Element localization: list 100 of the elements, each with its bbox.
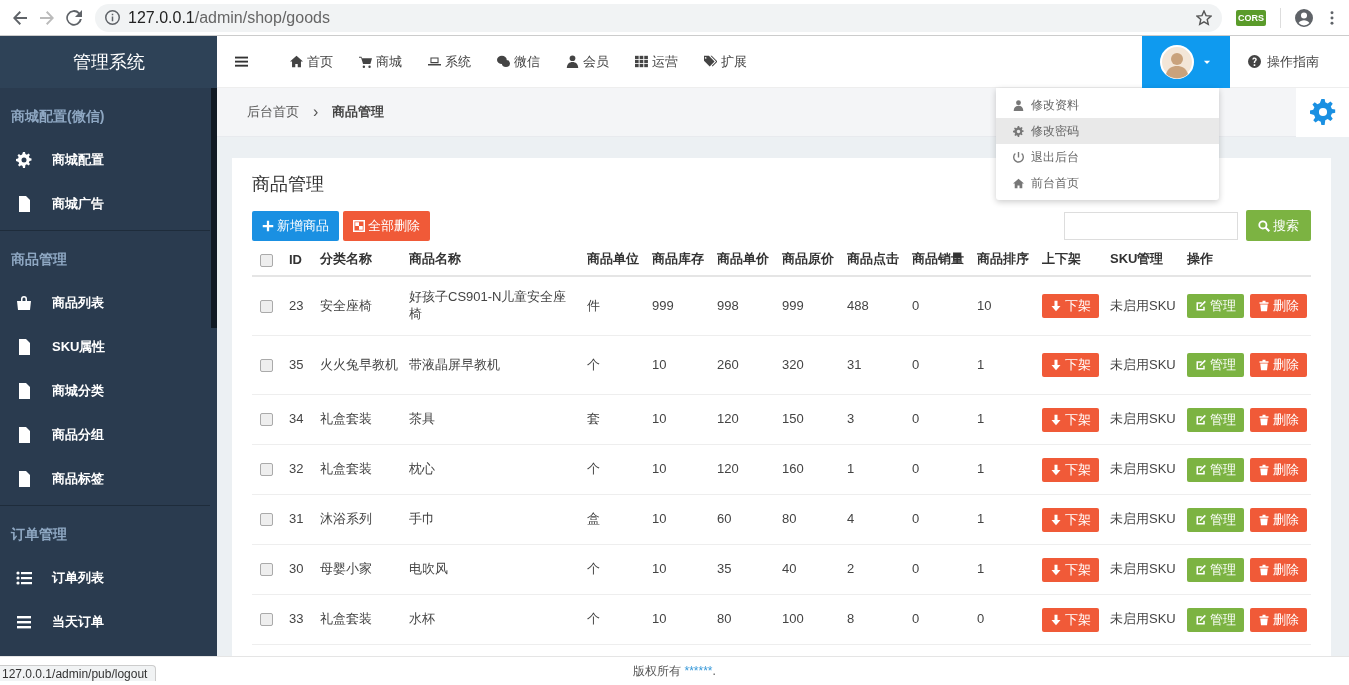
unshelve-button[interactable]: 下架 xyxy=(1042,407,1099,432)
unshelve-button[interactable]: 下架 xyxy=(1042,294,1099,318)
delete-button[interactable]: 删除 xyxy=(1250,353,1307,377)
sidebar-item[interactable]: 商城分类 xyxy=(0,369,210,413)
manage-button[interactable]: 管理 xyxy=(1187,507,1244,532)
down-arrow-icon xyxy=(1050,413,1062,426)
manage-button[interactable]: 管理 xyxy=(1187,294,1244,318)
breadcrumb-item[interactable]: 后台首页 xyxy=(247,103,299,121)
column-header: 商品销量 xyxy=(906,243,971,276)
sidebar-item[interactable]: 订单列表 xyxy=(0,556,210,600)
user-icon xyxy=(1013,99,1024,111)
nav-link[interactable]: 首页 xyxy=(290,52,333,71)
row-checkbox[interactable] xyxy=(260,513,273,527)
table-cell: 好孩子CS901-N儿童安全座椅 xyxy=(409,289,567,321)
chat-icon xyxy=(497,55,510,68)
extension-icon[interactable]: CORS xyxy=(1236,9,1266,26)
sidebar-item[interactable]: 商品标签 xyxy=(0,457,210,501)
unshelve-button[interactable]: 下架 xyxy=(1042,353,1099,377)
cart-icon xyxy=(359,55,372,68)
column-header: 商品库存 xyxy=(646,243,711,276)
table-cell: 未启用SKU xyxy=(1110,461,1176,477)
address-bar[interactable]: 127.0.0.1/admin/shop/goods xyxy=(95,3,1222,32)
nav-link[interactable]: 运营 xyxy=(635,52,678,71)
sidebar-item[interactable]: SKU属性 xyxy=(0,325,210,369)
table-cell: 120 xyxy=(717,411,739,427)
row-checkbox[interactable] xyxy=(260,299,273,313)
column-header: 商品单位 xyxy=(581,243,646,276)
manage-button[interactable]: 管理 xyxy=(1187,557,1244,582)
table-cell: 10 xyxy=(652,511,667,527)
table-cell: 带液晶屏早教机 xyxy=(409,356,500,372)
row-checkbox[interactable] xyxy=(260,463,273,477)
nav-link[interactable]: 商城 xyxy=(359,52,402,71)
manage-button[interactable]: 管理 xyxy=(1187,353,1244,377)
menu-item[interactable]: 前台首页 xyxy=(996,170,1219,196)
table-cell: 34 xyxy=(289,411,304,427)
sidebar-item[interactable]: 当天订单 xyxy=(0,600,210,644)
table-cell: 未启用SKU xyxy=(1110,297,1176,313)
sidebar-item[interactable]: 商城配置 xyxy=(0,138,210,182)
squares-icon xyxy=(353,219,365,232)
settings-button[interactable] xyxy=(1296,87,1349,137)
unshelve-button[interactable]: 下架 xyxy=(1042,457,1099,482)
star-icon xyxy=(1196,9,1212,26)
table-cell: 0 xyxy=(912,356,920,372)
column-header: 操作 xyxy=(1181,243,1311,276)
table-cell: 3 xyxy=(847,411,855,427)
column-header: SKU管理 xyxy=(1104,243,1181,276)
nav-link[interactable]: 系统 xyxy=(428,52,471,71)
scrollbar-thumb[interactable] xyxy=(211,88,217,328)
row-checkbox[interactable] xyxy=(260,563,273,577)
delete-button[interactable]: 删除 xyxy=(1250,557,1307,582)
delete-button[interactable]: 删除 xyxy=(1250,457,1307,482)
table-cell: 1 xyxy=(977,511,985,527)
manage-button[interactable]: 管理 xyxy=(1187,607,1244,632)
search-field[interactable] xyxy=(1064,211,1238,240)
sidebar-item[interactable]: 商品分组 xyxy=(0,413,210,457)
table-cell: 母婴小家 xyxy=(320,561,372,577)
table-cell: 未启用SKU xyxy=(1110,611,1176,627)
table-cell: 998 xyxy=(717,297,739,313)
table-cell: 电吹风 xyxy=(409,561,448,577)
table-cell: 0 xyxy=(977,611,985,627)
nav-link[interactable]: 微信 xyxy=(497,52,540,71)
edit-icon xyxy=(1195,359,1207,371)
menu-item[interactable]: 退出后台 xyxy=(996,144,1219,170)
manage-button[interactable]: 管理 xyxy=(1187,407,1244,432)
table-cell: 23 xyxy=(289,297,304,313)
unshelve-button[interactable]: 下架 xyxy=(1042,557,1099,582)
nav-link[interactable]: 扩展 xyxy=(704,52,747,71)
unshelve-button[interactable]: 下架 xyxy=(1042,507,1099,532)
delete-button[interactable]: 删除 xyxy=(1250,294,1307,318)
table-cell: 120 xyxy=(717,461,739,477)
sidebar-item[interactable]: 商城广告 xyxy=(0,182,210,226)
delete-all-button[interactable]: 全部删除 xyxy=(343,210,430,241)
row-checkbox[interactable] xyxy=(260,613,273,627)
search-button[interactable]: 搜索 xyxy=(1246,210,1311,241)
table-cell: 礼盒套装 xyxy=(320,611,372,627)
table-cell: 160 xyxy=(782,461,804,477)
table-cell: 32 xyxy=(289,461,304,477)
unshelve-button[interactable]: 下架 xyxy=(1042,607,1099,632)
table-cell: 260 xyxy=(717,356,739,372)
reload-icon xyxy=(66,9,82,26)
nav-link[interactable]: 会员 xyxy=(566,52,609,71)
column-header: 商品排序 xyxy=(971,243,1036,276)
delete-button[interactable]: 删除 xyxy=(1250,507,1307,532)
manage-button[interactable]: 管理 xyxy=(1187,457,1244,482)
delete-button[interactable]: 删除 xyxy=(1250,407,1307,432)
edit-icon xyxy=(1195,513,1207,526)
table-cell: 安全座椅 xyxy=(320,297,372,313)
user-menu-button[interactable] xyxy=(1142,35,1230,88)
help-link[interactable]: 操作指南 xyxy=(1230,52,1349,71)
delete-button[interactable]: 删除 xyxy=(1250,607,1307,632)
table-cell: 盒 xyxy=(587,511,600,527)
menu-item[interactable]: 修改密码 xyxy=(996,118,1219,144)
row-checkbox[interactable] xyxy=(260,413,273,427)
select-all-checkbox[interactable] xyxy=(260,253,273,267)
menu-item[interactable]: 修改资料 xyxy=(996,92,1219,118)
sidebar-item[interactable]: 商品列表 xyxy=(0,281,210,325)
copyright-link[interactable]: ****** xyxy=(684,663,713,678)
table-cell: 0 xyxy=(912,511,920,527)
add-button[interactable]: 新增商品 xyxy=(252,210,339,241)
row-checkbox[interactable] xyxy=(260,358,273,372)
